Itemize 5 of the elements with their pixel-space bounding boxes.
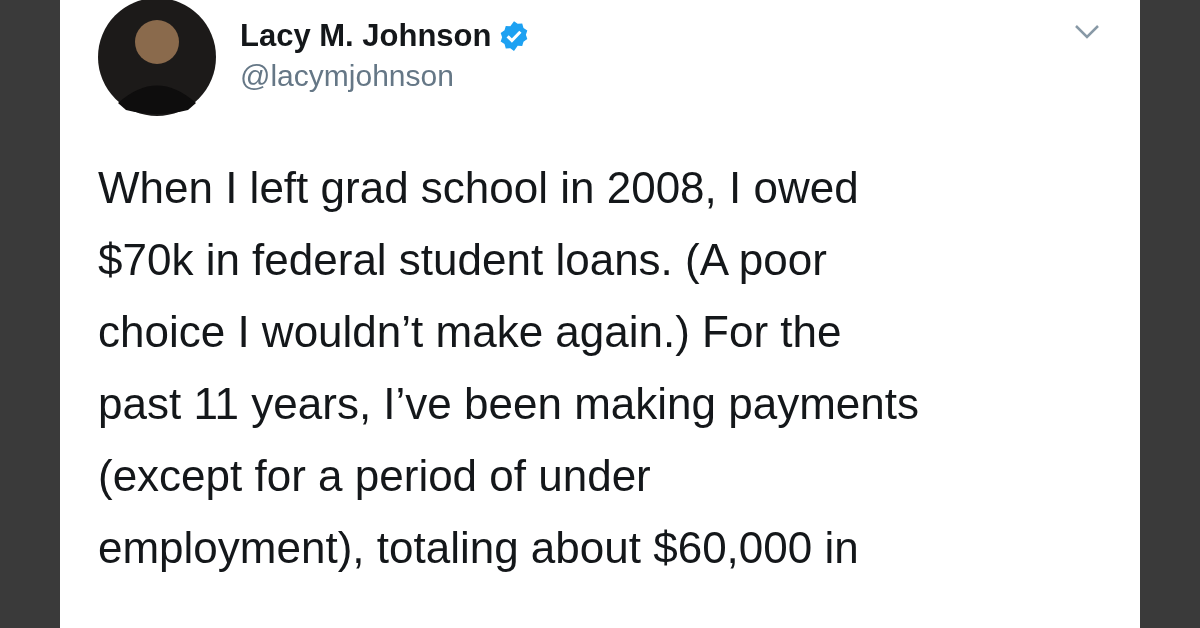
user-handle[interactable]: @lacymjohnson (240, 56, 532, 96)
display-name[interactable]: Lacy M. Johnson (240, 16, 492, 56)
tweet-text: When I left grad school in 2008, I owed $70k in federal student loans. (A poor choice I wouldn’t make again.) For the past 11 years, I’ve been making payments (except for a period of under employment), totaling about $60,000 in (98, 162, 920, 574)
chevron-down-icon[interactable] (1074, 24, 1100, 40)
avatar[interactable] (98, 0, 216, 116)
